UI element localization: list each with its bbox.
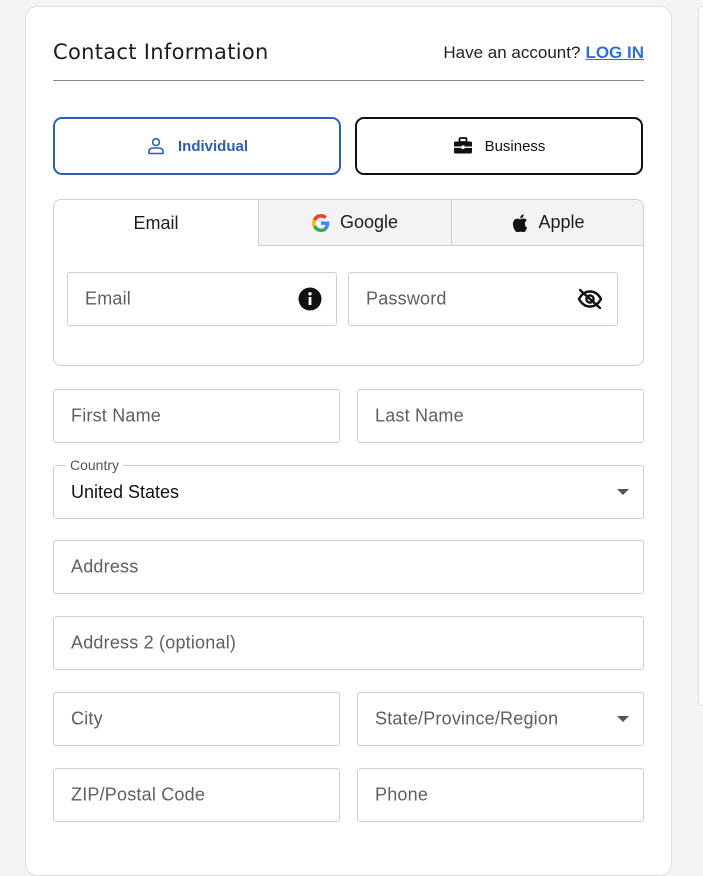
auth-panel: Email Google Apple Email Password — [53, 199, 644, 366]
auth-tabs: Email Google Apple — [54, 200, 643, 246]
page-title: Contact Information — [53, 40, 269, 64]
info-icon[interactable] — [298, 287, 322, 311]
phone-field[interactable]: Phone — [357, 768, 644, 822]
email-placeholder: Email — [85, 288, 132, 309]
briefcase-icon — [453, 136, 473, 156]
address-placeholder: Address — [71, 556, 139, 577]
last-name-field[interactable]: Last Name — [357, 389, 644, 443]
country-select[interactable]: Country United States — [53, 457, 644, 519]
chevron-down-icon — [617, 716, 629, 722]
business-button[interactable]: Business — [355, 117, 643, 175]
country-label: Country — [66, 457, 124, 473]
login-link[interactable]: LOG IN — [585, 43, 644, 62]
account-prompt: Have an account? — [443, 43, 581, 62]
password-placeholder: Password — [366, 288, 447, 309]
address2-placeholder: Address 2 (optional) — [71, 632, 237, 653]
eye-off-icon[interactable] — [577, 288, 603, 310]
zip-placeholder: ZIP/Postal Code — [71, 784, 206, 805]
zip-field[interactable]: ZIP/Postal Code — [53, 768, 340, 822]
password-field[interactable]: Password — [348, 272, 618, 326]
email-field[interactable]: Email — [67, 272, 337, 326]
state-placeholder: State/Province/Region — [375, 708, 559, 729]
address2-field[interactable]: Address 2 (optional) — [53, 616, 644, 670]
first-name-placeholder: First Name — [71, 405, 162, 426]
city-field[interactable]: City — [53, 692, 340, 746]
tab-google[interactable]: Google — [258, 200, 451, 246]
tab-email[interactable]: Email — [54, 200, 258, 246]
tab-apple[interactable]: Apple — [451, 200, 643, 246]
country-value: United States — [71, 482, 180, 502]
tab-email-label: Email — [133, 212, 179, 233]
chevron-down-icon — [617, 489, 629, 495]
tab-apple-label: Apple — [538, 212, 585, 232]
city-placeholder: City — [71, 708, 103, 729]
tab-google-label: Google — [339, 212, 399, 232]
apple-icon — [512, 213, 528, 232]
business-label: Business — [484, 137, 546, 155]
address-field[interactable]: Address — [53, 540, 644, 594]
person-icon — [146, 136, 166, 156]
state-select[interactable]: State/Province/Region — [357, 692, 644, 746]
phone-placeholder: Phone — [375, 784, 429, 805]
contact-header: Contact Information Have an account? LOG … — [53, 38, 644, 81]
individual-label: Individual — [177, 137, 248, 155]
last-name-placeholder: Last Name — [375, 405, 464, 426]
adjacent-panel-edge — [698, 6, 703, 706]
account-prompt-row: Have an account? LOG IN — [443, 43, 644, 63]
google-icon — [311, 213, 330, 232]
individual-button[interactable]: Individual — [53, 117, 341, 175]
first-name-field[interactable]: First Name — [53, 389, 340, 443]
